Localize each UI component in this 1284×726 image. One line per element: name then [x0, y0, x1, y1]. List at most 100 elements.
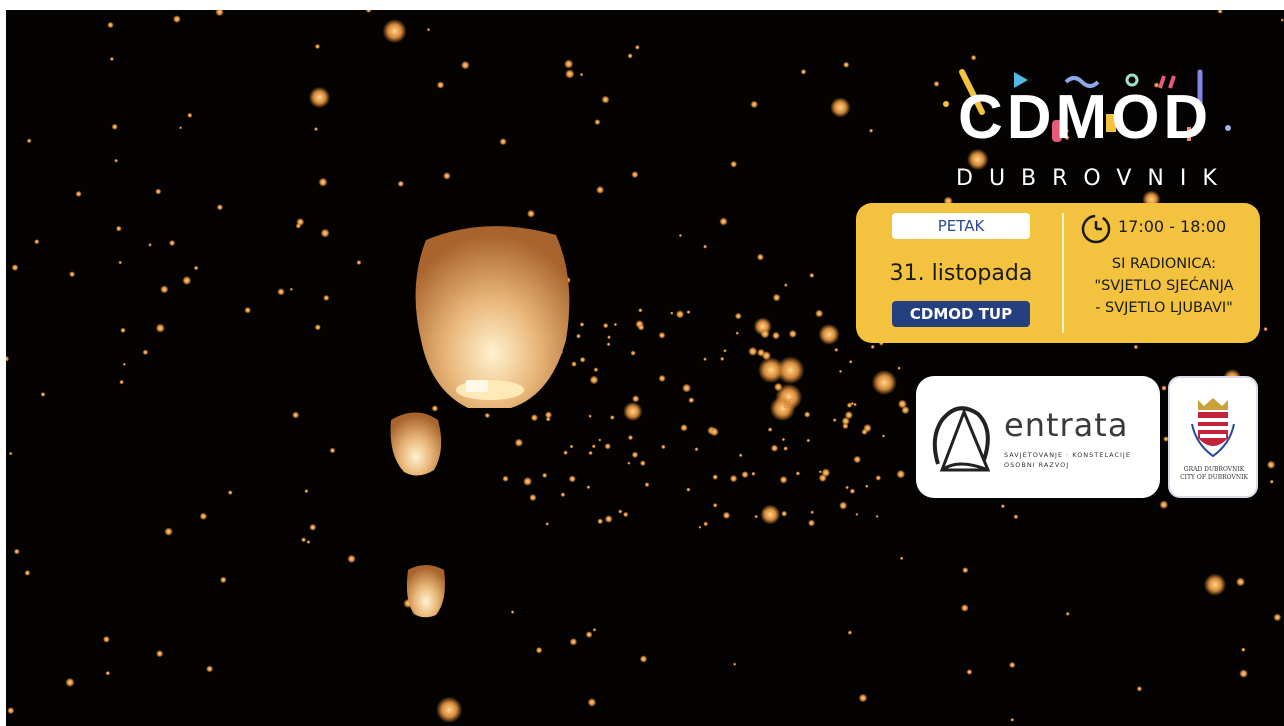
lantern-light [292, 411, 300, 419]
lantern-light [712, 474, 718, 480]
lantern-light [597, 518, 604, 525]
lantern-light [11, 264, 19, 271]
lantern-light [436, 81, 445, 89]
lantern-light [187, 112, 193, 118]
lantern-light [774, 382, 783, 392]
event-card: PETAK 31. listopada CDMOD TUP 17:00 - 18… [856, 203, 1260, 343]
lantern-light [1273, 613, 1282, 622]
lantern-light [630, 350, 636, 356]
lantern-light [604, 515, 613, 523]
lantern-light [735, 331, 739, 335]
lantern-light [6, 355, 10, 362]
lantern-light [815, 309, 824, 318]
lantern-light [579, 72, 584, 77]
lantern-light [845, 485, 849, 490]
lantern-light [675, 310, 685, 319]
lantern-light [870, 344, 875, 349]
lantern-light [502, 475, 509, 482]
lantern-light [523, 476, 533, 486]
lantern-light [603, 322, 609, 329]
lantern-light [627, 461, 631, 465]
partner-tagline: SAVJETOVANJE · KONSTELACIJE OSOBNI RAZVO… [1004, 451, 1131, 469]
lantern-light [8, 451, 13, 456]
lantern-light [658, 331, 666, 339]
lantern-light [734, 312, 742, 320]
lantern-light [65, 677, 75, 688]
lantern-light [865, 484, 869, 488]
lantern-light [542, 472, 548, 478]
mid-lantern [390, 412, 442, 476]
lantern-light [779, 475, 788, 484]
lantern-light [698, 525, 702, 529]
card-divider [1062, 213, 1064, 333]
lantern-light [1009, 661, 1016, 669]
lantern-light [24, 570, 31, 576]
lantern-light [750, 100, 758, 109]
lantern-light [1280, 18, 1284, 22]
city-name: GRAD DUBROVNIK CITY OF DUBROVNIK [1180, 466, 1248, 481]
poster-background: CDMOD DUBROVNIK PETAK 31. listopada CDMO… [6, 10, 1284, 726]
lantern-light [142, 349, 149, 356]
lantern-light [770, 444, 779, 452]
lantern-light [722, 511, 731, 520]
lantern-light [535, 646, 543, 654]
lantern-light [587, 698, 597, 707]
lantern-light [118, 260, 122, 265]
lantern-light [227, 490, 233, 495]
lantern-light [754, 514, 758, 519]
lantern-light [875, 514, 879, 518]
lantern-light [632, 395, 640, 403]
lantern-light [601, 95, 610, 104]
lantern-light [206, 665, 214, 673]
lantern-light [569, 638, 578, 646]
lantern-light [875, 475, 882, 481]
lantern-light [304, 489, 309, 494]
lantern-light [155, 188, 162, 195]
lantern-light [970, 54, 977, 61]
lantern-light [748, 346, 758, 356]
lantern-light [69, 271, 76, 278]
lantern-light [810, 510, 814, 515]
lantern-light [314, 324, 321, 331]
lantern-light [26, 138, 32, 144]
lantern-light [613, 322, 618, 327]
lantern-light [314, 43, 321, 50]
lantern-light [686, 487, 691, 492]
lantern-light [514, 438, 524, 447]
lantern-light [593, 367, 599, 373]
lantern-light [960, 604, 969, 612]
lantern-light [530, 414, 539, 422]
lantern-light [635, 44, 640, 50]
lantern-light [215, 10, 224, 17]
lantern-light [107, 21, 114, 29]
lantern-light [527, 209, 535, 218]
lantern-light [105, 670, 111, 676]
lantern-light [832, 418, 837, 422]
logo-subtitle: DUBROVNIK [956, 166, 1233, 191]
lantern-light [596, 185, 605, 194]
lantern-light [809, 272, 815, 278]
lantern-light [115, 225, 122, 232]
lantern-light [858, 693, 868, 703]
lantern-light [1000, 504, 1006, 509]
lantern-light [842, 423, 849, 430]
lantern-light [122, 362, 126, 366]
lantern-light [682, 383, 692, 393]
lantern-light [871, 370, 897, 395]
lantern-light [604, 443, 611, 450]
lantern-light [723, 349, 727, 353]
lantern-light [156, 650, 164, 658]
lantern-light [1136, 686, 1143, 692]
lantern-light [772, 293, 781, 302]
lantern-light [592, 628, 597, 632]
lantern-light [560, 492, 566, 498]
lantern-light [397, 180, 404, 187]
lantern-light [719, 217, 728, 226]
lantern-light [733, 662, 737, 666]
lantern-light [586, 485, 591, 490]
lantern-light [818, 470, 822, 474]
logo-wordmark: CDMOD [958, 83, 1213, 152]
lantern-light [637, 324, 645, 331]
lantern-light [155, 323, 165, 333]
dubrovnik-coat-of-arms-icon [1191, 398, 1235, 458]
